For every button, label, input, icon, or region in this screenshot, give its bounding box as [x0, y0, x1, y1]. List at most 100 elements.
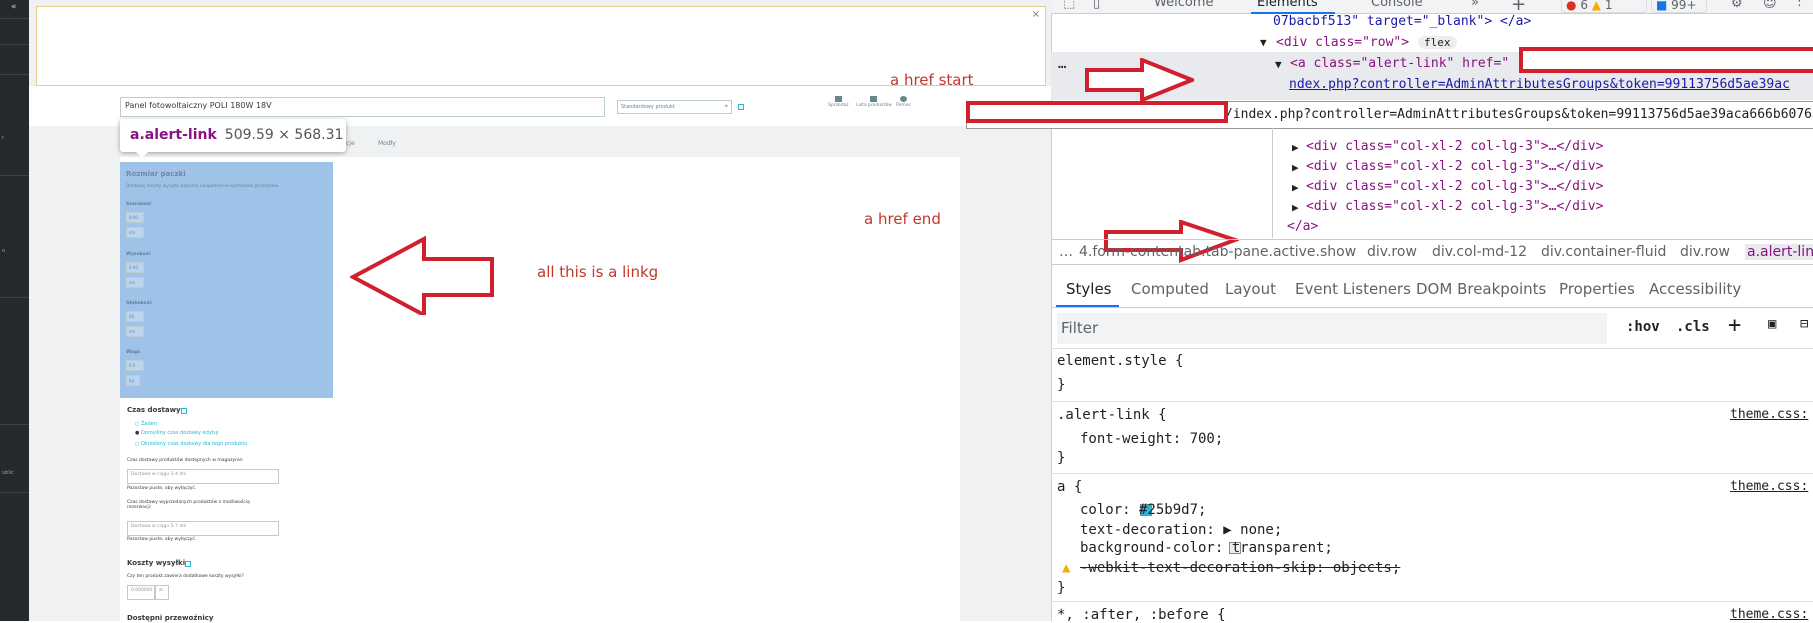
dom-line-col[interactable]: <div class="col-xl-2 col-lg-3">…</div>	[1306, 179, 1603, 194]
device-icon[interactable]: ▯	[1093, 0, 1100, 11]
tooltip-selector: a.alert-link	[130, 127, 217, 143]
height-input[interactable]: 0.00	[126, 262, 144, 273]
styles-filter-input[interactable]: Filter	[1057, 313, 1607, 344]
depth-input[interactable]: 00	[126, 311, 144, 322]
theme-css-link[interactable]: theme.css:	[1730, 607, 1808, 622]
breadcrumb-item[interactable]: div.row	[1680, 244, 1730, 260]
currency-suffix: zł	[155, 585, 169, 600]
sidebar-item[interactable]: ublic	[2, 470, 14, 476]
breadcrumb-item[interactable]: div.container-fluid	[1541, 244, 1666, 260]
dom-line-close[interactable]: </a>	[1287, 219, 1318, 234]
dom-line-col[interactable]: <div class="col-xl-2 col-lg-3">…</div>	[1306, 199, 1603, 214]
sidebar-item[interactable]: r	[2, 135, 4, 141]
help-icon[interactable]	[181, 408, 187, 414]
annotation-href-end: a href end	[864, 210, 941, 228]
inspect-icon[interactable]: ⬚	[1063, 0, 1075, 11]
color-declaration[interactable]: color: #25b9d7;	[1080, 502, 1206, 518]
edit-link[interactable]: edytuj	[203, 430, 219, 436]
collapse-triangle-icon[interactable]: ▶	[1292, 201, 1299, 214]
collapse-icon[interactable]: «	[11, 2, 17, 12]
indent-guide	[1272, 128, 1273, 238]
kebab-menu-icon[interactable]: ⋮	[1793, 0, 1806, 9]
breadcrumb-item-active[interactable]: a.alert-link	[1745, 244, 1813, 260]
expand-triangle-icon[interactable]: ▼	[1275, 58, 1282, 71]
close-icon[interactable]: ×	[1032, 9, 1040, 20]
admin-sidebar: « r o ublic	[0, 0, 29, 621]
flex-badge[interactable]: flex	[1418, 36, 1457, 49]
dom-line-row[interactable]: <div class="row">	[1276, 35, 1409, 50]
tab-console[interactable]: Console	[1371, 0, 1423, 10]
delivery-option-default[interactable]: ● Domyślny czas dostawy edytuj	[135, 430, 218, 436]
alert-link-selector[interactable]: .alert-link {	[1057, 407, 1167, 423]
hov-button[interactable]: :hov	[1626, 319, 1660, 335]
element-inspector-tooltip: a.alert-link 509.59 × 568.31	[120, 119, 346, 158]
tab-accessibility[interactable]: Accessibility	[1649, 280, 1741, 298]
tab-options[interactable]: cje	[346, 140, 355, 147]
profile-icon[interactable]: ☺	[1763, 0, 1777, 11]
issues-badge[interactable]: ■ 99+	[1651, 0, 1707, 13]
delivery-option-none[interactable]: ○ Żaden	[135, 421, 157, 427]
background-color-declaration[interactable]: background-color: transparent;	[1080, 540, 1333, 556]
element-style-selector[interactable]: element.style {	[1057, 353, 1183, 369]
href-value-link[interactable]: ndex.php?controller=AdminAttributesGroup…	[1289, 77, 1790, 92]
instock-label: Czas dostawy produktów dostępnych w maga…	[127, 458, 244, 463]
a-selector[interactable]: a {	[1057, 479, 1082, 495]
product-type-select[interactable]: Standardowy produkt ▸	[617, 100, 732, 114]
highlighted-alert-link[interactable]: Rozmiar paczki Dostosuj koszty wysyłki p…	[120, 162, 333, 398]
breadcrumb-item[interactable]: 4.form-contentab.tab-pane.active.show	[1079, 244, 1356, 260]
width-input[interactable]: 0.00	[126, 212, 144, 223]
tab-computed[interactable]: Computed	[1131, 280, 1209, 298]
issues-counter[interactable]: ● 6 ▲ 1	[1561, 0, 1647, 13]
theme-css-link[interactable]: theme.css:	[1730, 407, 1808, 422]
tab-event-listeners[interactable]: Event Listeners	[1295, 280, 1411, 298]
delivery-option-specific[interactable]: ○ Określony czas dostawy dla tego produk…	[135, 441, 247, 447]
collapse-triangle-icon[interactable]: ▶	[1292, 181, 1299, 194]
tab-elements[interactable]: Elements	[1257, 0, 1318, 10]
webkit-declaration[interactable]: -webkit-text-decoration-skip: objects;	[1080, 560, 1400, 576]
dom-line-col[interactable]: <div class="col-xl-2 col-lg-3">…</div>	[1306, 159, 1603, 174]
collapse-triangle-icon[interactable]: ▶	[1292, 141, 1299, 154]
sidebar-item[interactable]: o	[2, 248, 5, 254]
tab-properties[interactable]: Properties	[1559, 280, 1635, 298]
dom-ellipsis-icon[interactable]: …	[1058, 56, 1066, 72]
tab-welcome[interactable]: Welcome	[1154, 0, 1213, 10]
add-tab-icon[interactable]: +	[1511, 0, 1526, 15]
help-icon	[899, 96, 907, 102]
tab-layout[interactable]: Layout	[1225, 280, 1276, 298]
product-name-input[interactable]: Panel fotowoltaiczny POLI 180W 18V	[120, 97, 605, 117]
help-button[interactable]: Pomoc	[896, 96, 911, 108]
redaction-box	[966, 101, 1228, 123]
tab-styles[interactable]: Styles	[1066, 280, 1112, 298]
cls-button[interactable]: .cls	[1676, 319, 1710, 335]
arrow-right-annotation	[1085, 58, 1194, 102]
dom-line-col[interactable]: <div class="col-xl-2 col-lg-3">…</div>	[1306, 139, 1603, 154]
product-list-button[interactable]: Lista produktów	[856, 96, 892, 108]
more-tabs-icon[interactable]: »	[1471, 0, 1479, 10]
sidebar-toggle-icon[interactable]: ⊟	[1800, 316, 1808, 332]
help-icon[interactable]	[185, 561, 191, 567]
breadcrumb-item[interactable]: div.col-md-12	[1432, 244, 1527, 260]
weight-input[interactable]: 0.0	[126, 360, 144, 371]
dom-line[interactable]: 07bacbf513" target="_blank"> </a>	[1273, 14, 1531, 29]
font-weight-declaration[interactable]: font-weight: 700;	[1080, 431, 1223, 447]
paint-icon[interactable]: ▣	[1768, 316, 1776, 332]
rule-close: }	[1057, 580, 1066, 596]
expand-triangle-icon[interactable]: ▼	[1260, 36, 1267, 49]
collapse-triangle-icon[interactable]: ▶	[1292, 161, 1299, 174]
breadcrumb-ellipsis[interactable]: …	[1059, 244, 1073, 260]
breadcrumb-item[interactable]: div.row	[1367, 244, 1417, 260]
annotation-all-link: all this is a linkg	[537, 263, 659, 281]
new-rule-icon[interactable]: +	[1728, 313, 1741, 338]
text-decoration-declaration[interactable]: text-decoration: ▶ none;	[1080, 522, 1282, 538]
gear-icon[interactable]: ⚙	[1731, 0, 1743, 11]
dom-line-alert-link[interactable]: <a class="alert-link" href="	[1290, 56, 1509, 71]
instock-input[interactable]: Dostawa w ciągu 3-4 dni	[127, 469, 279, 484]
sales-button[interactable]: Sprzedaż	[828, 96, 849, 108]
help-icon[interactable]	[738, 104, 744, 110]
oos-input[interactable]: Dostawa w ciągu 5-7 dni	[127, 521, 279, 536]
theme-css-link[interactable]: theme.css:	[1730, 479, 1808, 494]
height-label: Wysokość	[126, 252, 151, 257]
tab-dom-breakpoints[interactable]: DOM Breakpoints	[1416, 280, 1546, 298]
tab-modules[interactable]: Modły	[378, 140, 396, 147]
shipping-cost-input[interactable]: 0.000000	[127, 585, 155, 600]
